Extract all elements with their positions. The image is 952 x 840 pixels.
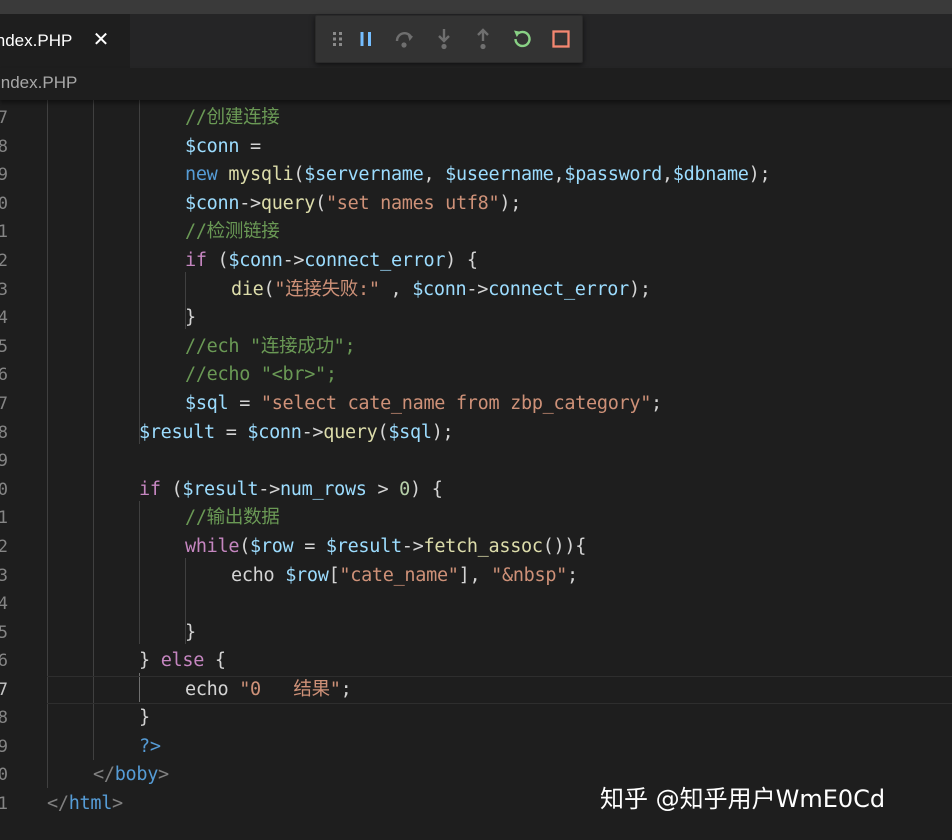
line-number: 1 — [0, 218, 8, 247]
code-line: 2 if ($conn->connect_error) { — [0, 247, 952, 276]
step-out-icon[interactable] — [469, 25, 497, 53]
code-line: 7 //创建连接 — [0, 104, 952, 133]
line-number: 7 — [0, 676, 8, 705]
code-text: //检测链接 — [185, 218, 279, 247]
code-text: </boby> — [93, 761, 169, 790]
debug-toolbar — [315, 15, 583, 63]
line-number: 6 — [0, 647, 8, 676]
code-text: while($row = $result->fetch_assoc()){ — [185, 533, 586, 562]
line-number: 0 — [0, 476, 8, 505]
code-text: } else { — [139, 647, 226, 676]
code-line: 0 if ($result->num_rows > 0) { — [0, 476, 952, 505]
code-line: 4 } — [0, 304, 952, 333]
code-line: 6 } else { — [0, 647, 952, 676]
code-text: //创建连接 — [185, 104, 279, 133]
tab-label: index.PHP — [0, 30, 72, 52]
code-text: die("连接失败:" , $conn->connect_error); — [231, 276, 651, 305]
code-text: $conn = — [185, 133, 261, 162]
code-line: 8 } — [0, 704, 952, 733]
line-number: 2 — [0, 247, 8, 276]
code-line-current: 7 echo "0 结果"; — [0, 676, 952, 705]
line-number: 8 — [0, 419, 8, 448]
line-number: 2 — [0, 533, 8, 562]
code-line: 3 die("连接失败:" , $conn->connect_error); — [0, 276, 952, 305]
line-number: 7 — [0, 104, 8, 133]
code-line: 8 $conn = — [0, 133, 952, 162]
line-number: 8 — [0, 133, 8, 162]
line-number: 3 — [0, 276, 8, 305]
code-line: 9 new mysqli($servername, $useername,$pa… — [0, 161, 952, 190]
line-number: 0 — [0, 190, 8, 219]
code-text: if ($conn->connect_error) { — [185, 247, 478, 276]
code-text: } — [185, 619, 196, 648]
code-text: //ech "连接成功"; — [185, 333, 355, 362]
breadcrumb-file[interactable]: index.PHP — [0, 72, 77, 94]
code-text: </html> — [47, 790, 123, 819]
code-line: 5 //ech "连接成功"; — [0, 333, 952, 362]
code-text: ?> — [139, 733, 161, 762]
code-text: $result = $conn->query($sql); — [139, 419, 453, 448]
code-line: 1 //输出数据 — [0, 504, 952, 533]
line-number: 8 — [0, 704, 8, 733]
pause-icon[interactable] — [352, 25, 380, 53]
code-text: echo $row["cate_name"], "&nbsp"; — [231, 562, 578, 591]
code-editor[interactable]: 7 //创建连接 8 $conn = 9 new mysqli($servern… — [0, 100, 952, 840]
line-number: 4 — [0, 590, 8, 619]
vscode-window: index.PHP ✕ — [0, 0, 952, 840]
code-line: 1 //检测链接 — [0, 218, 952, 247]
code-line: 4 — [0, 590, 952, 619]
code-text: //echo "<br>"; — [185, 361, 337, 390]
line-number: 1 — [0, 504, 8, 533]
drag-handle-icon[interactable] — [324, 25, 352, 53]
code-text: } — [185, 304, 196, 333]
code-text: } — [139, 704, 150, 733]
code-text: $conn->query("set names utf8"); — [185, 190, 521, 219]
code-line: 7 $sql = "select cate_name from zbp_cate… — [0, 390, 952, 419]
code-line: 6 //echo "<br>"; — [0, 361, 952, 390]
breadcrumb: index.PHP — [0, 68, 952, 100]
line-number: 9 — [0, 447, 8, 476]
code-text: echo "0 结果"; — [185, 676, 351, 705]
line-number: 5 — [0, 333, 8, 362]
code-text: new mysqli($servername, $useername,$pass… — [185, 161, 770, 190]
code-line: 9 — [0, 447, 952, 476]
code-line: 8 $result = $conn->query($sql); — [0, 419, 952, 448]
code-text: $sql = "select cate_name from zbp_catego… — [185, 390, 662, 419]
line-number: 5 — [0, 619, 8, 648]
line-number: 1 — [0, 790, 8, 819]
line-number: 7 — [0, 390, 8, 419]
title-bar — [0, 0, 952, 14]
tab-index-php[interactable]: index.PHP ✕ — [0, 14, 130, 68]
restart-icon[interactable] — [508, 25, 536, 53]
code-line: 3 echo $row["cate_name"], "&nbsp"; — [0, 562, 952, 591]
code-text: if ($result->num_rows > 0) { — [139, 476, 443, 505]
step-into-icon[interactable] — [430, 25, 458, 53]
code-line: 9 ?> — [0, 733, 952, 762]
line-number: 4 — [0, 304, 8, 333]
line-number: 3 — [0, 562, 8, 591]
stop-icon[interactable] — [547, 25, 575, 53]
code-line: 0 $conn->query("set names utf8"); — [0, 190, 952, 219]
line-number: 6 — [0, 361, 8, 390]
step-over-icon[interactable] — [391, 25, 419, 53]
code-line: 2 while($row = $result->fetch_assoc()){ — [0, 533, 952, 562]
watermark: 知乎 @知乎用户WmE0Cd — [600, 782, 885, 816]
code-text: //输出数据 — [185, 504, 279, 533]
line-number: 0 — [0, 761, 8, 790]
line-number: 9 — [0, 733, 8, 762]
line-number: 9 — [0, 161, 8, 190]
close-icon[interactable]: ✕ — [90, 26, 112, 52]
code-line: 5 } — [0, 619, 952, 648]
